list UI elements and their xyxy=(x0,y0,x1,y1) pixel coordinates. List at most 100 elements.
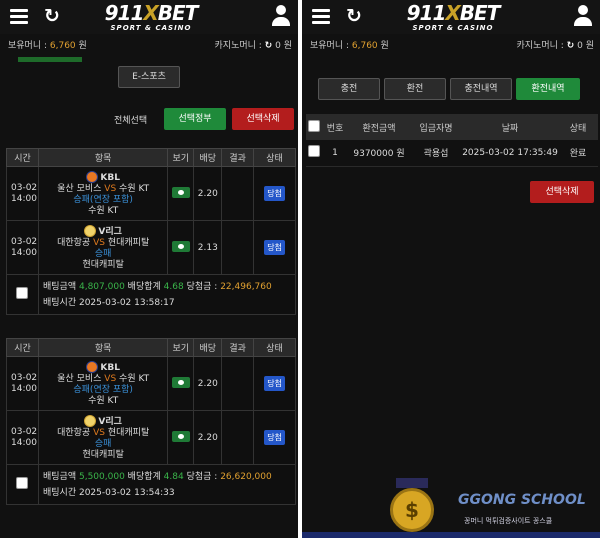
esports-button[interactable]: E-스포츠 xyxy=(118,66,180,88)
menu-icon[interactable] xyxy=(10,9,28,24)
eye-icon[interactable] xyxy=(171,430,190,442)
row-status: 완료 xyxy=(558,140,598,167)
col-time: 시간 xyxy=(6,148,39,167)
select-all-checkbox[interactable] xyxy=(308,119,320,132)
status-badge: 당첨 xyxy=(264,430,285,445)
watermark-name: GGONG SCHOOL xyxy=(458,492,586,508)
select-all-label[interactable]: 전체선택 xyxy=(114,113,147,126)
bonus-money: 보유머니 : 6,760 원 xyxy=(310,41,389,51)
coin-logo: $ xyxy=(390,488,434,532)
casino-money: 카지노머니 : ↻ 0 원 xyxy=(516,41,594,51)
reload-icon: ↻ xyxy=(566,41,575,51)
odds-value: 2.13 xyxy=(193,220,223,275)
row-checkbox[interactable] xyxy=(308,145,320,158)
col-odds: 배당 xyxy=(193,338,223,357)
match-time: 03-02 14:00 xyxy=(6,356,39,411)
col-view: 보기 xyxy=(167,338,195,357)
col-result: 결과 xyxy=(221,148,255,167)
row-amount: 9370000 원 xyxy=(348,140,410,167)
slip-summary: 배팅금액 4,807,000 배당합계 4.68 당첨금 : 22,496,76… xyxy=(6,274,297,315)
match-info: KBL 울산 모비스 VS 수원 KT 승패(연장 포함) 수원 KT xyxy=(37,166,169,221)
left-panel: ↻ 911XBET SPORT & CASINO 보유머니 : 6,760 원 … xyxy=(0,0,298,538)
col-depositor: 입금자명 xyxy=(410,114,462,140)
logo[interactable]: 911XBET SPORT & CASINO xyxy=(398,2,508,34)
volleyball-icon xyxy=(84,224,97,237)
header: ↻ 911XBET SPORT & CASINO xyxy=(0,0,298,34)
active-tab-indicator xyxy=(18,57,82,62)
result-cell xyxy=(221,356,255,411)
tab-charge[interactable]: 충전 xyxy=(318,78,380,100)
eye-icon[interactable] xyxy=(171,376,190,388)
odds-value: 2.20 xyxy=(193,410,223,465)
match-info: V리그 대한항공 VS 현대캐피탈 승패 현대캐피탈 xyxy=(37,410,169,465)
match-info: KBL 울산 모비스 VS 수원 KT 승패(연장 포함) 수원 KT xyxy=(37,356,169,411)
right-panel: ↻ 911XBET SPORT & CASINO 보유머니 : 6,760 원 … xyxy=(302,0,600,538)
graduation-cap-icon xyxy=(396,478,428,488)
header: ↻ 911XBET SPORT & CASINO xyxy=(302,0,600,34)
tab-exchange-history[interactable]: 환전내역 xyxy=(516,78,580,100)
exchange-history-table: 번호 환전금액 입금자명 날짜 상태 1 9370000 원 곽용섭 2025-… xyxy=(306,114,598,167)
table-row: 03-02 14:00 KBL 울산 모비스 VS 수원 KT 승패(연장 포함)… xyxy=(6,166,296,221)
bet-slip: 시간 항목 보기 배당 결과 상태 03-02 14:00 KBL 울산 모비스 … xyxy=(6,338,297,505)
result-cell xyxy=(221,166,255,221)
odds-value: 2.20 xyxy=(193,166,223,221)
reload-icon: ↻ xyxy=(264,41,273,51)
select-delete-button[interactable]: 선택삭제 xyxy=(232,108,294,130)
eye-icon[interactable] xyxy=(171,186,190,198)
refresh-icon[interactable]: ↻ xyxy=(44,6,60,26)
status-badge: 당첨 xyxy=(264,376,285,391)
basketball-icon xyxy=(86,360,99,373)
col-status: 상태 xyxy=(558,114,598,140)
status-badge: 당첨 xyxy=(264,186,285,201)
slip-checkbox[interactable] xyxy=(16,287,29,299)
refresh-icon[interactable]: ↻ xyxy=(346,6,362,26)
tab-charge-history[interactable]: 충전내역 xyxy=(450,78,512,100)
row-depositor: 곽용섭 xyxy=(410,140,462,167)
bonus-money: 보유머니 : 6,760 원 xyxy=(8,41,87,51)
col-view: 보기 xyxy=(167,148,195,167)
table-row: 1 9370000 원 곽용섭 2025-03-02 17:35:49 완료 xyxy=(306,140,598,167)
col-date: 날짜 xyxy=(462,114,558,140)
table-row: 03-02 14:00 V리그 대한항공 VS 현대캐피탈 승패 현대캐피탈 2.… xyxy=(6,410,296,465)
menu-icon[interactable] xyxy=(312,9,330,24)
col-item: 항목 xyxy=(37,338,169,357)
watermark-tagline: 꽁머니 먹튀검증사이트 꽁스쿨 xyxy=(464,517,553,525)
match-time: 03-02 14:00 xyxy=(6,410,39,465)
col-result: 결과 xyxy=(221,338,255,357)
result-cell xyxy=(221,410,255,465)
match-time: 03-02 14:00 xyxy=(6,166,39,221)
eye-icon[interactable] xyxy=(171,240,190,252)
match-info: V리그 대한항공 VS 현대캐피탈 승패 현대캐피탈 xyxy=(37,220,169,275)
tab-exchange[interactable]: 환전 xyxy=(384,78,446,100)
status-badge: 당첨 xyxy=(264,240,285,255)
table-row: 03-02 14:00 V리그 대한항공 VS 현대캐피탈 승패 현대캐피탈 2.… xyxy=(6,220,296,275)
result-cell xyxy=(221,220,255,275)
col-no: 번호 xyxy=(322,114,348,140)
slip-summary-text: 배팅금액 5,500,000 배당합계 4.84 당첨금 : 26,620,00… xyxy=(37,464,297,505)
delete-selected-button[interactable]: 선택삭제 xyxy=(530,181,594,203)
slip-summary-text: 배팅금액 4,807,000 배당합계 4.68 당첨금 : 22,496,76… xyxy=(37,274,297,315)
row-date: 2025-03-02 17:35:49 xyxy=(462,140,558,167)
money-bar: 보유머니 : 6,760 원 카지노머니 : ↻ 0 원 xyxy=(302,38,600,54)
bet-slip: 시간 항목 보기 배당 결과 상태 03-02 14:00 KBL 울산 모비스 … xyxy=(6,148,297,315)
row-no: 1 xyxy=(322,140,348,167)
col-status: 상태 xyxy=(253,338,296,357)
col-item: 항목 xyxy=(37,148,169,167)
basketball-icon xyxy=(86,170,99,183)
table-row: 03-02 14:00 KBL 울산 모비스 VS 수원 KT 승패(연장 포함)… xyxy=(6,356,296,411)
col-status: 상태 xyxy=(253,148,296,167)
match-time: 03-02 14:00 xyxy=(6,220,39,275)
slip-summary: 배팅금액 5,500,000 배당합계 4.84 당첨금 : 26,620,00… xyxy=(6,464,297,505)
col-amount: 환전금액 xyxy=(348,114,410,140)
volleyball-icon xyxy=(84,414,97,427)
money-bar: 보유머니 : 6,760 원 카지노머니 : ↻ 0 원 xyxy=(0,38,298,54)
col-odds: 배당 xyxy=(193,148,223,167)
select-cancel-button[interactable]: 선택정부 xyxy=(164,108,226,130)
col-time: 시간 xyxy=(6,338,39,357)
watermark: $ GGONG SCHOOL 꽁머니 먹튀검증사이트 꽁스쿨 xyxy=(388,478,588,534)
logo[interactable]: 911XBET SPORT & CASINO xyxy=(96,2,206,34)
slip-checkbox[interactable] xyxy=(16,477,29,489)
user-icon[interactable] xyxy=(272,5,290,27)
casino-money: 카지노머니 : ↻ 0 원 xyxy=(214,41,292,51)
user-icon[interactable] xyxy=(574,5,592,27)
